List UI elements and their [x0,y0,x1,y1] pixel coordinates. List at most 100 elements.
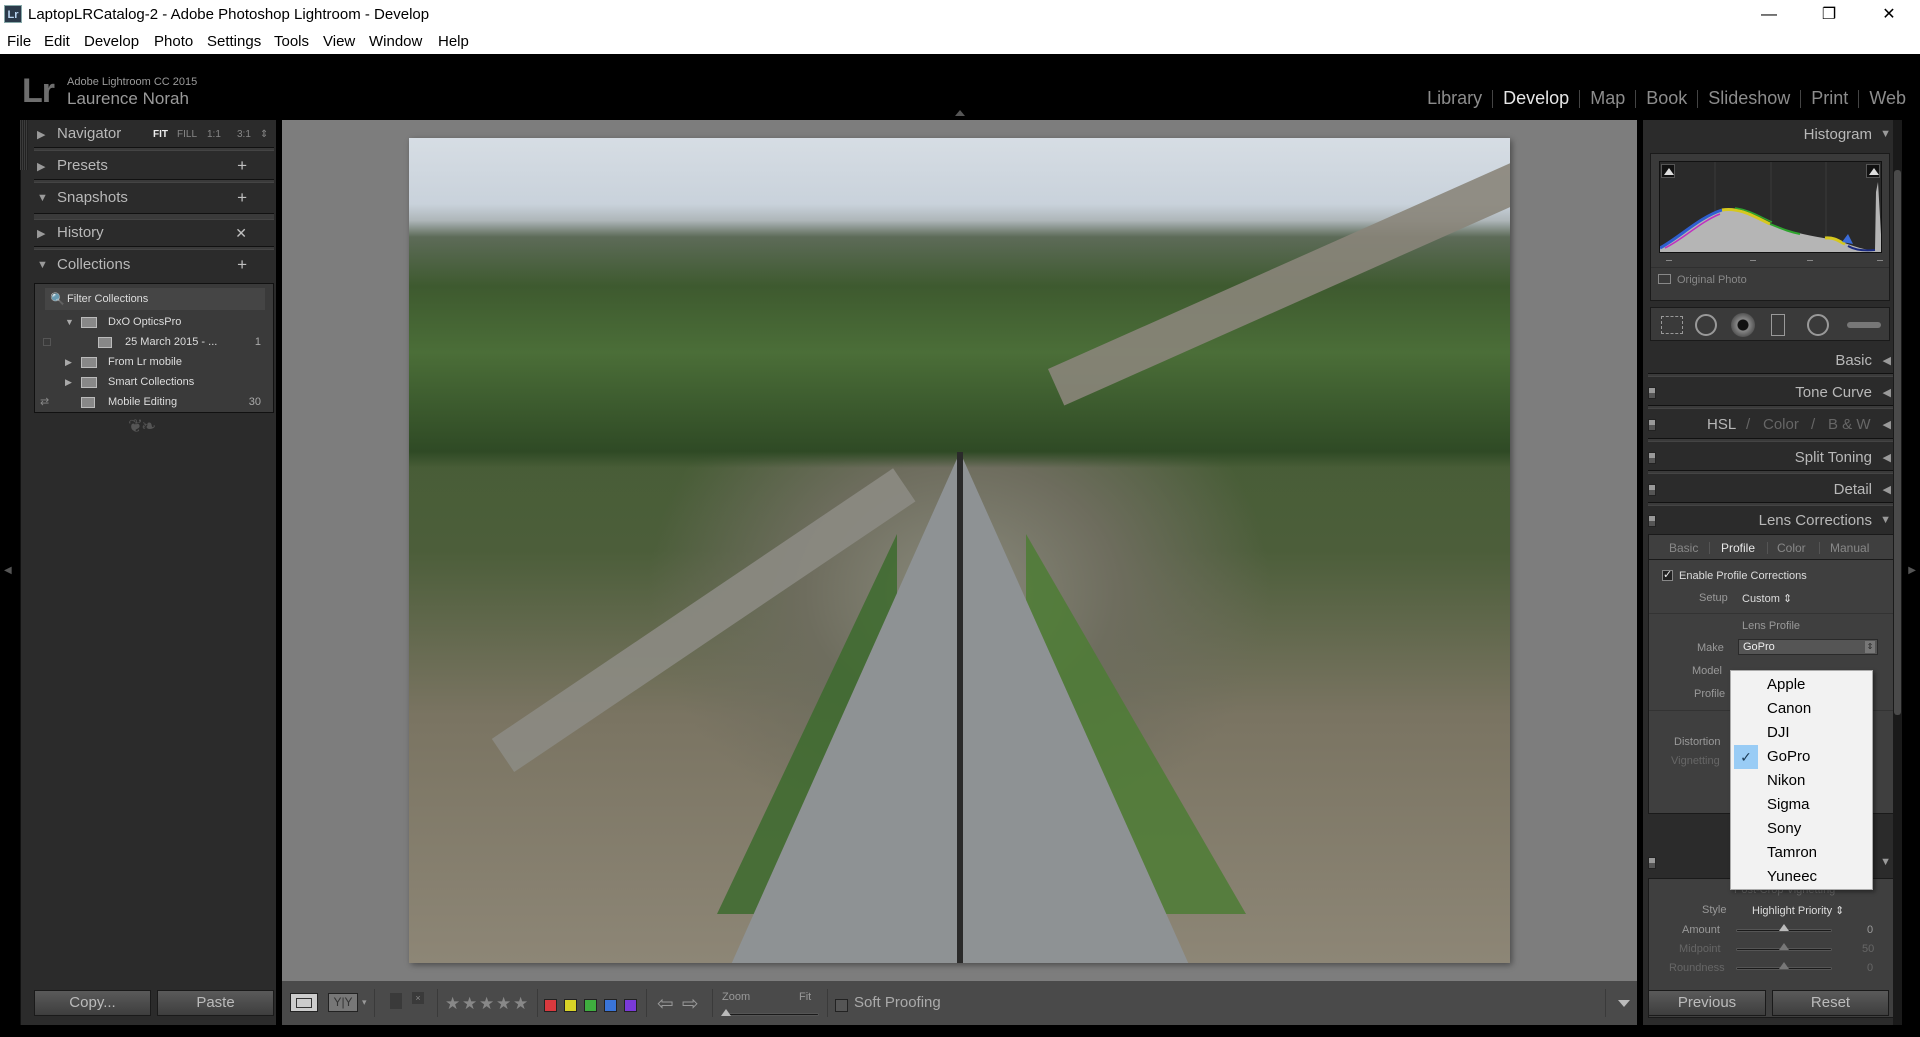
menu-window[interactable]: Window [369,33,422,50]
red-eye-icon[interactable] [1731,313,1755,337]
split-toning-section-header[interactable]: Split Toning ◀ [1643,443,1899,473]
history-header[interactable]: ▶ History ✕ [15,219,255,249]
previous-photo-arrow-icon[interactable]: ⇦ [657,991,674,1016]
dropdown-option-gopro[interactable]: ✓ GoPro [1731,745,1872,769]
soft-proofing-checkbox[interactable] [835,999,848,1012]
roundness-slider-thumb[interactable] [1779,962,1789,969]
image-canvas[interactable] [282,120,1637,981]
basic-section-header[interactable]: Basic ◀ [1643,346,1899,376]
histogram-graph[interactable] [1659,161,1882,253]
dropdown-option-sony[interactable]: Sony [1731,817,1872,841]
shadow-clipping-toggle-icon[interactable] [1661,164,1675,178]
zoom-fill[interactable]: FILL [177,129,197,140]
dropdown-option-dji[interactable]: DJI [1731,721,1872,745]
dropdown-option-yuneec[interactable]: Yuneec [1731,865,1872,889]
add-snapshot-icon[interactable]: + [237,188,247,208]
tab-color[interactable]: Color [1777,541,1806,555]
spot-removal-icon[interactable] [1695,314,1717,336]
menu-photo[interactable]: Photo [154,33,193,50]
section-toggle-switch[interactable] [1648,484,1656,496]
adjustment-brush-icon[interactable] [1847,322,1881,328]
tone-curve-section-header[interactable]: Tone Curve ◀ [1643,378,1899,408]
left-panel-toggle-icon[interactable]: ◀ [4,565,12,576]
collection-set-row[interactable]: ▶ Smart Collections [35,372,273,392]
right-panel-scrollbar[interactable] [1893,120,1902,1025]
navigator-header[interactable]: ▶ Navigator FIT FILL 1:1 3:1 ⇕ [15,120,268,150]
menu-settings[interactable]: Settings [207,33,261,50]
tab-profile[interactable]: Profile [1721,541,1755,555]
menu-help[interactable]: Help [438,33,469,50]
module-web[interactable]: Web [1859,88,1916,109]
chevron-down-icon[interactable]: ▾ [362,997,367,1008]
highlight-clipping-toggle-icon[interactable] [1866,164,1880,178]
next-photo-arrow-icon[interactable]: ⇨ [682,991,699,1016]
module-print[interactable]: Print [1801,88,1858,109]
flag-icon[interactable] [390,993,402,1009]
minimize-button[interactable]: — [1746,0,1792,30]
section-toggle-switch[interactable] [1648,857,1656,869]
paste-button[interactable]: Paste [157,990,274,1016]
restore-button[interactable]: ❐ [1806,0,1852,30]
collection-row[interactable]: 25 March 2015 - ... 1 [35,332,273,352]
collapse-arrow-icon[interactable]: ▼ [65,312,74,332]
zoom-options-icon[interactable]: ⇕ [260,129,268,140]
star-2-icon[interactable]: ★ [462,994,477,1014]
add-collection-icon[interactable]: + [237,255,247,275]
style-select[interactable]: Highlight Priority ⇕ [1752,904,1844,917]
star-5-icon[interactable]: ★ [513,994,528,1014]
filter-collections-input[interactable]: 🔍 Filter Collections [45,288,265,310]
color-label-blue[interactable] [604,999,617,1012]
star-1-icon[interactable]: ★ [445,994,460,1014]
menu-view[interactable]: View [323,33,355,50]
add-preset-icon[interactable]: + [237,156,247,176]
zoom-slider[interactable] [724,1013,819,1016]
section-toggle-switch[interactable] [1648,515,1656,527]
color-tab[interactable]: Color [1763,416,1799,433]
snapshots-header[interactable]: ▼ Snapshots + [15,184,255,214]
menu-file[interactable]: File [7,33,31,50]
module-map[interactable]: Map [1580,88,1635,109]
zoom-slider-thumb[interactable] [721,1009,731,1016]
collection-row[interactable]: ⇄ Mobile Editing 30 [35,392,273,412]
amount-slider-thumb[interactable] [1779,924,1789,931]
menu-edit[interactable]: Edit [44,33,70,50]
graduated-filter-icon[interactable] [1771,314,1785,336]
menu-develop[interactable]: Develop [84,33,139,50]
section-toggle-switch[interactable] [1648,452,1656,464]
color-label-green[interactable] [584,999,597,1012]
module-develop[interactable]: Develop [1493,88,1579,109]
loupe-view-button[interactable] [290,993,318,1012]
tab-manual[interactable]: Manual [1830,541,1869,555]
zoom-3-1[interactable]: 3:1 [237,129,251,140]
dropdown-option-canon[interactable]: Canon [1731,697,1872,721]
target-checkbox[interactable] [43,338,51,346]
setup-select[interactable]: Custom ⇕ [1742,592,1792,605]
color-label-purple[interactable] [624,999,637,1012]
detail-section-header[interactable]: Detail ◀ [1643,475,1899,505]
module-book[interactable]: Book [1636,88,1697,109]
before-after-button[interactable]: Y|Y [328,993,358,1012]
menu-tools[interactable]: Tools [274,33,309,50]
dropdown-option-nikon[interactable]: Nikon [1731,769,1872,793]
crop-overlay-icon[interactable] [1661,316,1683,334]
right-panel-toggle-icon[interactable]: ▶ [1908,565,1916,576]
reject-flag-icon[interactable]: × [412,992,424,1004]
module-slideshow[interactable]: Slideshow [1698,88,1800,109]
histogram-header[interactable]: Histogram ▼ [1643,120,1899,150]
reset-button[interactable]: Reset [1772,990,1889,1016]
star-4-icon[interactable]: ★ [496,994,511,1014]
color-label-yellow[interactable] [564,999,577,1012]
lens-corrections-section-header[interactable]: Lens Corrections ▼ [1643,506,1899,536]
expand-arrow-icon[interactable]: ▶ [65,372,72,392]
section-toggle-switch[interactable] [1648,419,1656,431]
enable-profile-corrections-checkbox[interactable]: ✓ [1662,570,1673,581]
dropdown-option-sigma[interactable]: Sigma [1731,793,1872,817]
dropdown-option-tamron[interactable]: Tamron [1731,841,1872,865]
collection-set-row[interactable]: ▶ From Lr mobile [35,352,273,372]
color-label-red[interactable] [544,999,557,1012]
hsl-tab[interactable]: HSL [1707,416,1736,433]
toolbar-options-dropdown-icon[interactable] [1618,1000,1630,1007]
original-photo-checkbox[interactable] [1658,274,1671,284]
top-panel-collapse-icon[interactable] [955,110,965,116]
star-3-icon[interactable]: ★ [479,994,494,1014]
